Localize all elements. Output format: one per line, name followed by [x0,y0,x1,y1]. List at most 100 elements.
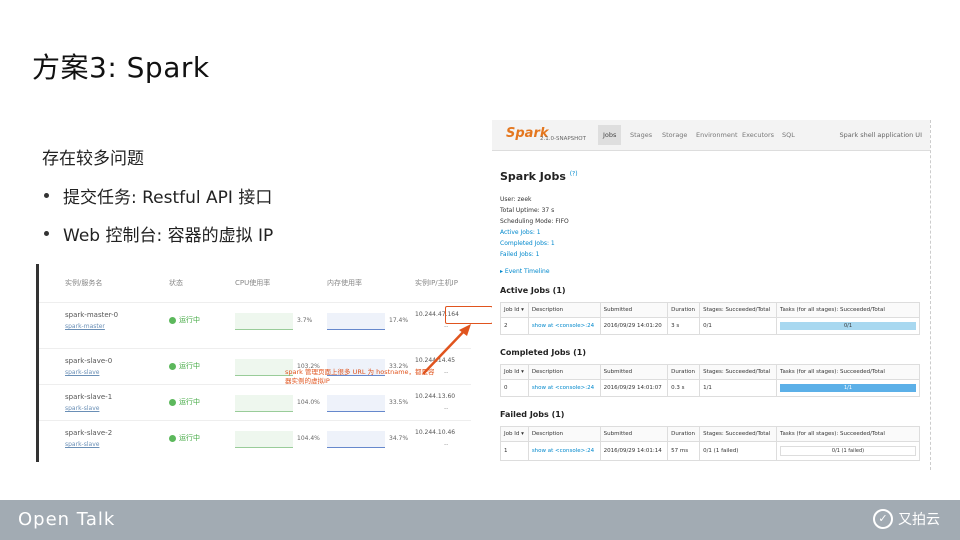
tab-jobs[interactable]: Jobs [598,125,622,145]
completed-jobs-title: Completed Jobs (1) [500,348,586,357]
job-duration: 57 ms [667,441,701,461]
job-tasks: 1/1 [776,379,920,397]
column-header[interactable]: Stages: Succeeded/Total [699,302,777,318]
tab-environment[interactable]: Environment [696,131,738,139]
job-tasks: 0/1 [776,317,920,335]
job-description-link[interactable]: show at <console>:24 [527,441,601,461]
column-header[interactable]: Duration [667,426,701,442]
column-header[interactable]: Job Id ▾ [500,302,529,318]
upyun-logo-icon: ✓ [873,509,893,529]
status-dot-icon [169,316,176,324]
host-ip: -- [444,441,449,448]
cpu-value: 104.0% [297,399,320,406]
job-description-link[interactable]: show at <console>:24 [527,379,601,397]
instance-ip: 10.244.13.60 [415,393,456,400]
instance-name[interactable]: spark-slave-2 [65,429,112,437]
footer-brand: Open Talk [18,509,116,530]
user-info: User: zeek [500,196,532,203]
bullet-list: 存在较多问题 提交任务: Restful API 接口 Web 控制台: 容器的… [42,144,273,259]
job-duration: 3 s [667,317,701,335]
instance-name[interactable]: spark-master-0 [65,311,118,319]
job-submitted: 2016/09/29 14:01:14 [599,441,669,461]
column-header[interactable]: Description [527,426,601,442]
column-header[interactable]: Stages: Succeeded/Total [699,364,777,380]
table-row: 2 show at <console>:24 2016/09/29 14:01:… [500,317,920,335]
spark-navbar: Spark 2.1.0-SNAPSHOT Jobs Stages Storage… [492,120,930,151]
help-link[interactable]: (?) [570,170,578,177]
tab-executors[interactable]: Executors [742,131,774,139]
service-link[interactable]: spark-slave [65,441,99,448]
instance-name[interactable]: spark-slave-1 [65,393,112,401]
completed-jobs-table: Job Id ▾ Description Submitted Duration … [500,364,920,397]
job-id: 0 [500,379,529,397]
column-header[interactable]: Tasks (for all stages): Succeeded/Total [776,302,920,318]
job-stages: 0/1 [699,317,777,335]
bullet-item: 提交任务: Restful API 接口 [42,183,273,208]
service-link[interactable]: spark-slave [65,405,99,412]
cpu-value: 104.4% [297,435,320,442]
job-duration: 0.3 s [667,379,701,397]
active-jobs-link[interactable]: Active Jobs: 1 [500,229,541,236]
instance-name[interactable]: spark-slave-0 [65,357,112,365]
slide-title: 方案3: Spark [32,51,210,84]
column-header[interactable]: Stages: Succeeded/Total [699,426,777,442]
column-header[interactable]: Submitted [599,364,669,380]
active-jobs-title: Active Jobs (1) [500,286,566,295]
service-link[interactable]: spark-master [65,323,105,330]
cpu-sparkline [235,395,293,412]
footer-bar: Open Talk ✓ 又拍云 [0,500,960,540]
failed-jobs-link[interactable]: Failed Jobs: 1 [500,251,539,258]
status-badge: 运行中 [169,397,200,407]
status-dot-icon [169,398,176,406]
event-timeline-link[interactable]: ▸ Event Timeline [500,268,550,275]
table-row[interactable]: spark-master-0 spark-master 运行中 3.7% 17.… [39,302,471,349]
column-header[interactable]: Description [527,364,601,380]
spark-ui-screenshot: Spark 2.1.0-SNAPSHOT Jobs Stages Storage… [492,120,931,470]
failed-jobs-title: Failed Jobs (1) [500,410,565,419]
column-header[interactable]: Tasks (for all stages): Succeeded/Total [776,364,920,380]
host-ip: -- [444,405,449,412]
tab-storage[interactable]: Storage [662,131,687,139]
mem-sparkline [327,313,385,330]
active-jobs-table: Job Id ▾ Description Submitted Duration … [500,302,920,335]
app-name: Spark shell application UI [839,131,922,139]
table-row: 0 show at <console>:24 2016/09/29 14:01:… [500,379,920,397]
tab-sql[interactable]: SQL [782,131,795,139]
table-row: 1 show at <console>:24 2016/09/29 14:01:… [500,441,920,461]
job-submitted: 2016/09/29 14:01:20 [599,317,669,335]
mem-value: 17.4% [389,317,409,324]
column-header[interactable]: Tasks (for all stages): Succeeded/Total [776,426,920,442]
table-row[interactable]: spark-slave-2 spark-slave 运行中 104.4% 34.… [39,420,471,467]
status-dot-icon [169,434,176,442]
completed-jobs-link[interactable]: Completed Jobs: 1 [500,240,555,247]
column-header[interactable]: Duration [667,302,701,318]
scheduling-info: Scheduling Mode: FIFO [500,218,569,225]
column-header[interactable]: Submitted [599,426,669,442]
failed-jobs-table: Job Id ▾ Description Submitted Duration … [500,426,920,461]
container-list-screenshot: 实例/服务名 状态 CPU使用率 内存使用率 实例IP/主机IP spark-m… [36,264,493,462]
column-header[interactable]: Duration [667,364,701,380]
bullet-item: Web 控制台: 容器的虚拟 IP [42,221,273,246]
column-header[interactable]: Job Id ▾ [500,426,529,442]
job-stages: 1/1 [699,379,777,397]
column-header[interactable]: Submitted [599,302,669,318]
status-dot-icon [169,362,176,370]
job-description-link[interactable]: show at <console>:24 [527,317,601,335]
uptime-info: Total Uptime: 37 s [500,207,555,214]
column-header: 内存使用率 [327,279,362,287]
column-header[interactable]: Description [527,302,601,318]
service-link[interactable]: spark-slave [65,369,99,376]
column-header: 实例IP/主机IP [415,279,458,287]
status-badge: 运行中 [169,433,200,443]
column-header: 实例/服务名 [65,279,103,287]
task-progress-bar: 0/1 [780,322,916,330]
tab-stages[interactable]: Stages [630,131,652,139]
bullet-dot-icon [44,193,49,198]
page-title: Spark Jobs (?) [500,170,578,183]
job-tasks: 0/1 (1 failed) [776,441,920,461]
instance-ip: 10.244.10.46 [415,429,456,436]
job-submitted: 2016/09/29 14:01:07 [599,379,669,397]
job-id: 1 [500,441,529,461]
annotation-text: spark 管理页面上很多 URL 为 hostname，都是容器实例的虚拟IP [285,368,435,385]
column-header[interactable]: Job Id ▾ [500,364,529,380]
